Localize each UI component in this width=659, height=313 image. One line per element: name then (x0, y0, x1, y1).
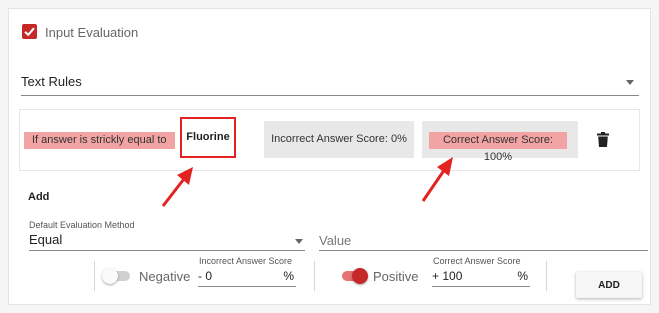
divider (546, 261, 547, 291)
input-evaluation-label: Input Evaluation (45, 25, 139, 40)
incorrect-score-chip: Incorrect Answer Score: 0% (264, 121, 414, 158)
divider (94, 261, 95, 291)
value-input[interactable] (319, 231, 648, 249)
caret-down-icon (295, 239, 303, 244)
correct-score-label: Correct Answer Score (433, 256, 521, 266)
correct-score-chip: Correct Answer Score: 100% (422, 121, 578, 163)
default-method-value: Equal (29, 232, 63, 247)
rule-answer-chip[interactable]: Fluorine (180, 117, 236, 158)
positive-toggle-thumb[interactable] (352, 268, 368, 284)
correct-score-field[interactable]: + 100 % (432, 267, 530, 287)
divider (314, 261, 315, 291)
incorrect-score-value: - 0 (198, 269, 213, 283)
caret-down-icon (626, 80, 634, 85)
value-field[interactable] (319, 231, 648, 251)
rules-type-select[interactable]: Text Rules (21, 71, 639, 96)
rule-condition: If answer is strickly equal to (24, 132, 175, 149)
positive-label: Positive (373, 269, 419, 284)
negative-label: Negative (139, 269, 191, 284)
default-method-label: Default Evaluation Method (29, 220, 135, 230)
trash-icon[interactable] (597, 132, 609, 147)
default-method-select[interactable]: Equal (29, 231, 305, 251)
evaluation-card: Input Evaluation Text Rules If answer is… (8, 8, 651, 305)
correct-score-text: Correct Answer Score: 100% (429, 132, 567, 163)
correct-score-unit: % (517, 269, 528, 283)
input-evaluation-checkbox[interactable] (22, 24, 37, 39)
add-score-button[interactable]: ADD (576, 272, 642, 298)
check-icon (24, 27, 35, 37)
incorrect-score-label: Incorrect Answer Score (199, 256, 293, 266)
negative-toggle-thumb[interactable] (102, 268, 118, 284)
correct-score-value: + 100 (432, 269, 463, 283)
rule-answer-text: Fluorine (186, 131, 230, 143)
rules-type-value: Text Rules (21, 74, 82, 89)
incorrect-score-unit: % (283, 269, 294, 283)
add-rule-link[interactable]: Add (28, 191, 49, 203)
incorrect-score-field[interactable]: - 0 % (198, 267, 296, 287)
rule-row: If answer is strickly equal to Fluorine … (19, 109, 640, 171)
